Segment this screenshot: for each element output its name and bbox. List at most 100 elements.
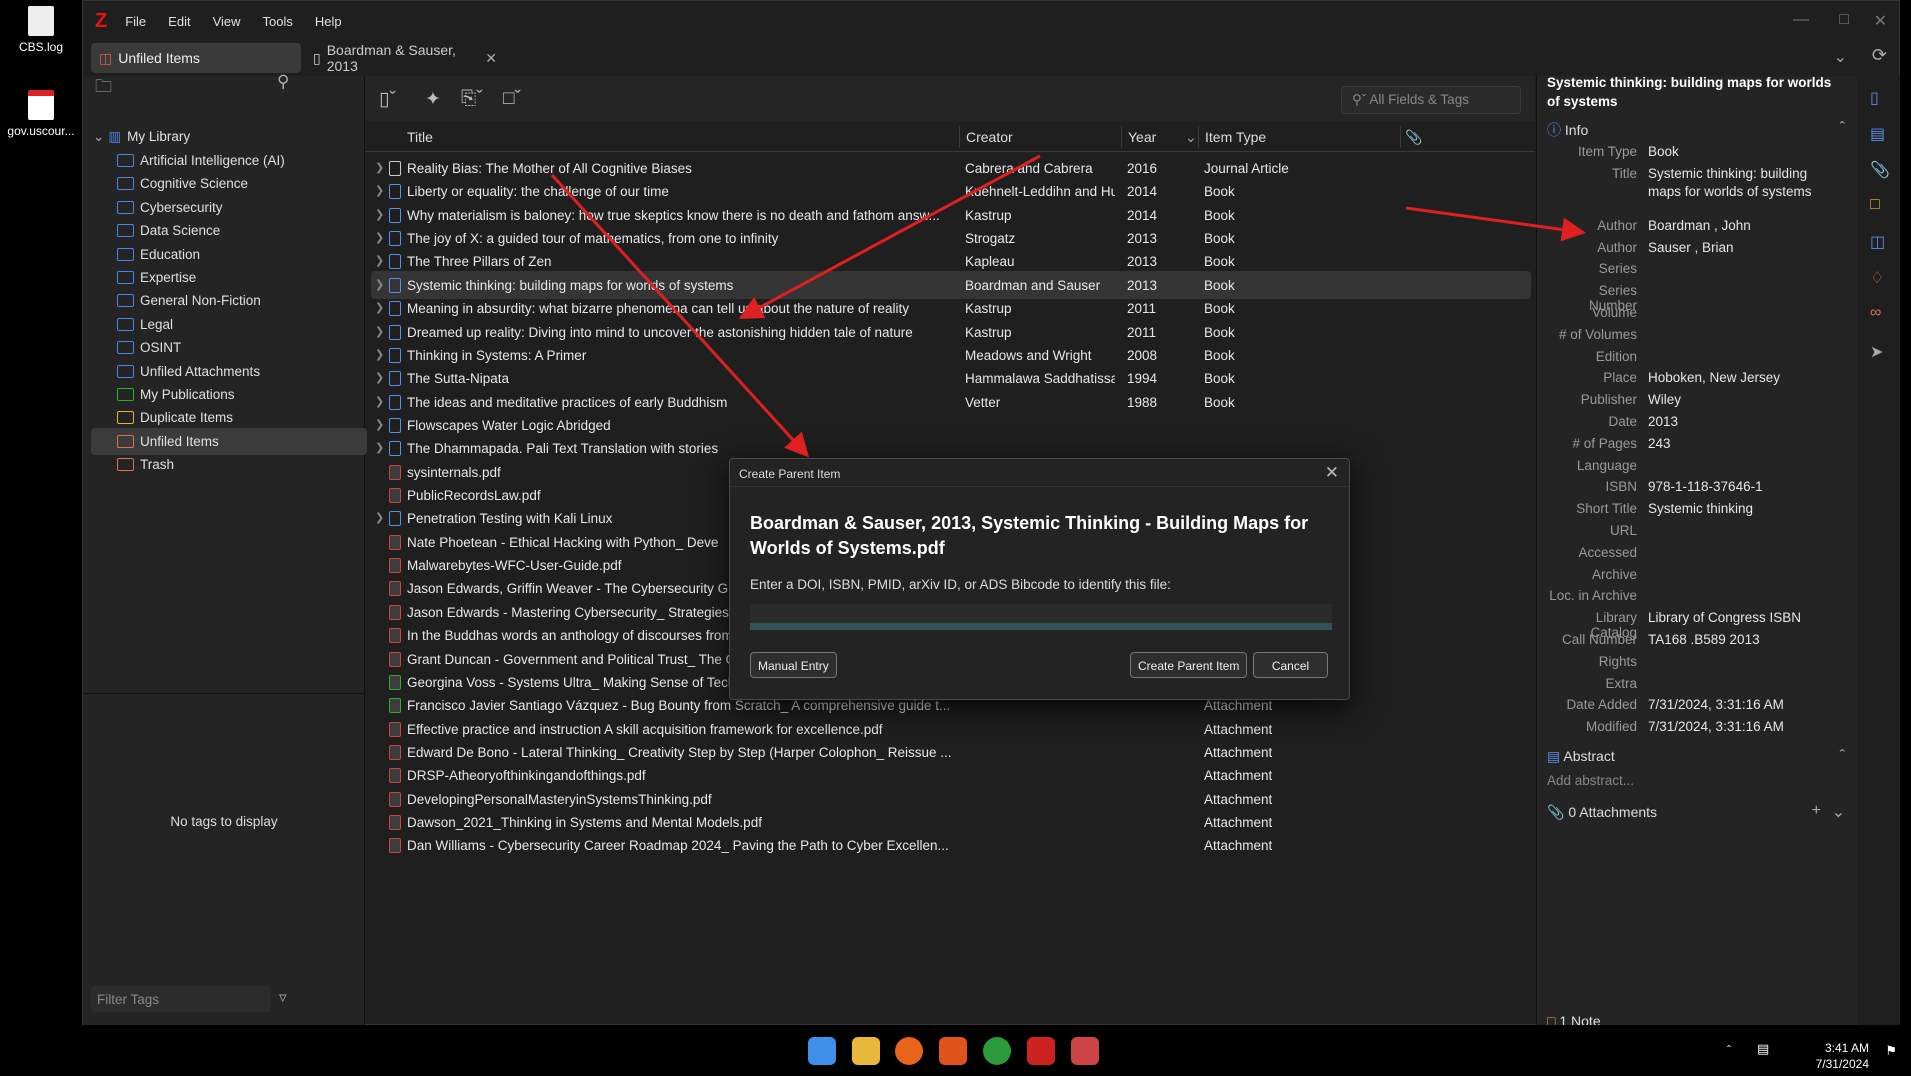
filter-tags-input[interactable]: Filter Tags [91,986,271,1012]
expand-twisty-icon[interactable]: ❯ [375,441,384,454]
menu-help[interactable]: Help [315,14,342,29]
menu-tools[interactable]: Tools [263,14,293,29]
attachments-section-header[interactable]: 📎 0 Attachments [1547,804,1657,821]
column-divider[interactable] [1121,126,1122,148]
column-divider[interactable] [1198,126,1199,148]
expand-twisty-icon[interactable]: ❯ [375,161,384,174]
manual-entry-button[interactable]: Manual Entry [750,652,837,678]
new-item-icon[interactable]: ▯ˇ [379,88,396,111]
my-publications-icon [117,388,134,401]
column-year[interactable]: Year [1128,129,1156,145]
file-explorer-icon[interactable] [852,1037,880,1065]
notes-nav-icon[interactable]: □ [1870,196,1890,214]
expand-twisty-icon[interactable]: ❯ [375,184,384,197]
identifier-input[interactable] [750,604,1332,630]
tab-library[interactable]: ◫ Unfiled Items [91,43,301,73]
field-label: Modified [1585,719,1637,735]
related-nav-icon[interactable]: ∞ [1870,304,1890,322]
desktop-icon-pdf[interactable]: gov.uscour... [0,90,82,138]
search-input[interactable]: ⚲ˇ All Fields & Tags [1341,86,1521,114]
attachments-nav-icon[interactable]: 📎 [1870,160,1890,179]
notification-bell-icon[interactable]: ⚑ [1885,1043,1897,1059]
expand-twisty-icon[interactable]: ❯ [375,348,384,361]
collapse-chevron-icon[interactable]: ˆ [1840,120,1845,138]
attachment-column-icon[interactable]: 📎 [1405,129,1422,146]
network-icon[interactable]: ▤ [1757,1041,1769,1057]
locate-nav-icon[interactable]: ➤ [1870,342,1890,361]
new-collection-icon[interactable]: 🗀 [95,74,112,103]
field-value[interactable]: 7/31/2024, 3:31:16 AM [1648,696,1843,714]
field-value[interactable]: Systemic thinking: building maps for wor… [1648,165,1843,201]
expand-twisty-icon[interactable]: ❯ [375,511,384,524]
field-value[interactable]: 2013 [1648,413,1843,431]
expand-twisty-icon[interactable]: ❯ [375,254,384,267]
expand-twisty-icon[interactable]: ❯ [375,231,384,244]
tab-item[interactable]: ▯ Boardman & Sauser, 2013 ✕ [305,42,505,74]
column-item-type[interactable]: Item Type [1205,129,1266,145]
desktop-icon-cbs-log[interactable]: CBS.log [0,6,82,54]
close-tab-icon[interactable]: ✕ [485,50,497,67]
new-note-icon[interactable]: □ˇ [503,88,521,110]
pdf-app-icon[interactable] [1071,1037,1099,1065]
field-value[interactable]: Sauser , Brian [1648,239,1843,257]
table-row[interactable]: Dan Williams - Cybersecurity Career Road… [371,831,1531,859]
minimize-icon[interactable]: — [1793,11,1809,29]
item-type-icon [389,698,401,714]
clock[interactable]: 3:41 AM 7/31/2024 [1816,1040,1869,1072]
column-creator[interactable]: Creator [966,129,1013,145]
field-value[interactable]: Library of Congress ISBN [1648,609,1843,627]
field-value[interactable]: 7/31/2024, 3:31:16 AM [1648,718,1843,736]
dialog-close-icon[interactable]: ✕ [1325,463,1339,483]
expand-twisty-icon[interactable]: ❯ [375,301,384,314]
field-value[interactable]: Wiley [1648,391,1843,409]
tag-filter-icon[interactable]: ▿ [279,988,287,1006]
expand-twisty-icon[interactable]: ❯ [375,371,384,384]
tray-chevron-icon[interactable]: ˆ [1727,1043,1731,1057]
info-nav-icon[interactable]: ▯ [1870,88,1890,107]
field-value[interactable]: Hoboken, New Jersey [1648,369,1843,387]
add-attachment-icon[interactable]: ⎘ˇ [461,88,483,110]
column-divider[interactable] [1400,126,1401,148]
field-value[interactable]: Book [1648,143,1843,161]
firefox-icon[interactable] [895,1037,923,1065]
field-value[interactable]: 978-1-118-37646-1 [1648,478,1843,496]
expand-twisty-icon[interactable]: ❯ [375,325,384,338]
tags-nav-icon[interactable]: ♢ [1870,268,1890,287]
expand-twisty-icon[interactable]: ❯ [375,278,384,291]
column-title[interactable]: Title [407,129,433,145]
search-collections-icon[interactable]: ⚲ [277,72,289,92]
app-icon[interactable] [983,1037,1011,1065]
trash[interactable]: Trash [117,451,387,478]
tab-list-chevron-icon[interactable]: ⌄ [1834,47,1847,67]
add-by-identifier-icon[interactable]: ✦ [425,88,441,111]
brave-icon[interactable] [939,1037,967,1065]
sync-icon[interactable]: ⟳ [1872,45,1887,66]
field-value[interactable]: TA168 .B589 2013 [1648,631,1843,649]
notes-section-header[interactable]: □ 1 Note [1547,1013,1601,1025]
my-library[interactable]: ⌄ ▥ My Library [93,123,363,150]
cancel-button[interactable]: Cancel [1253,652,1328,678]
close-window-icon[interactable]: ✕ [1874,11,1887,31]
expand-twisty-icon[interactable]: ❯ [375,395,384,408]
field-value[interactable]: Boardman , John [1648,217,1843,235]
maximize-icon[interactable]: □ [1839,11,1849,29]
expand-chevron-icon[interactable]: ⌄ [1832,802,1845,822]
expand-twisty-icon[interactable]: ❯ [375,208,384,221]
menu-file[interactable]: File [125,14,146,29]
menu-view[interactable]: View [213,14,241,29]
expand-twisty-icon[interactable]: ❯ [375,418,384,431]
add-attachment-plus-icon[interactable]: + [1812,802,1821,820]
collapse-chevron-icon[interactable]: ˆ [1840,748,1845,766]
abstract-input[interactable]: Add abstract... [1547,773,1634,788]
zotero-taskbar-icon[interactable] [1027,1037,1055,1065]
abstract-section-header[interactable]: ▤ Abstract [1547,748,1615,765]
info-section-header[interactable]: ⓘ Info [1547,120,1588,140]
field-value[interactable]: Systemic thinking [1648,500,1843,518]
field-value[interactable]: 243 [1648,435,1843,453]
start-icon[interactable] [808,1037,836,1065]
abstract-nav-icon[interactable]: ▤ [1870,124,1890,143]
menu-edit[interactable]: Edit [168,14,190,29]
create-parent-item-button[interactable]: Create Parent Item [1130,652,1248,678]
libraries-collections-nav-icon[interactable]: ◫ [1870,232,1890,251]
column-divider[interactable] [959,126,960,148]
